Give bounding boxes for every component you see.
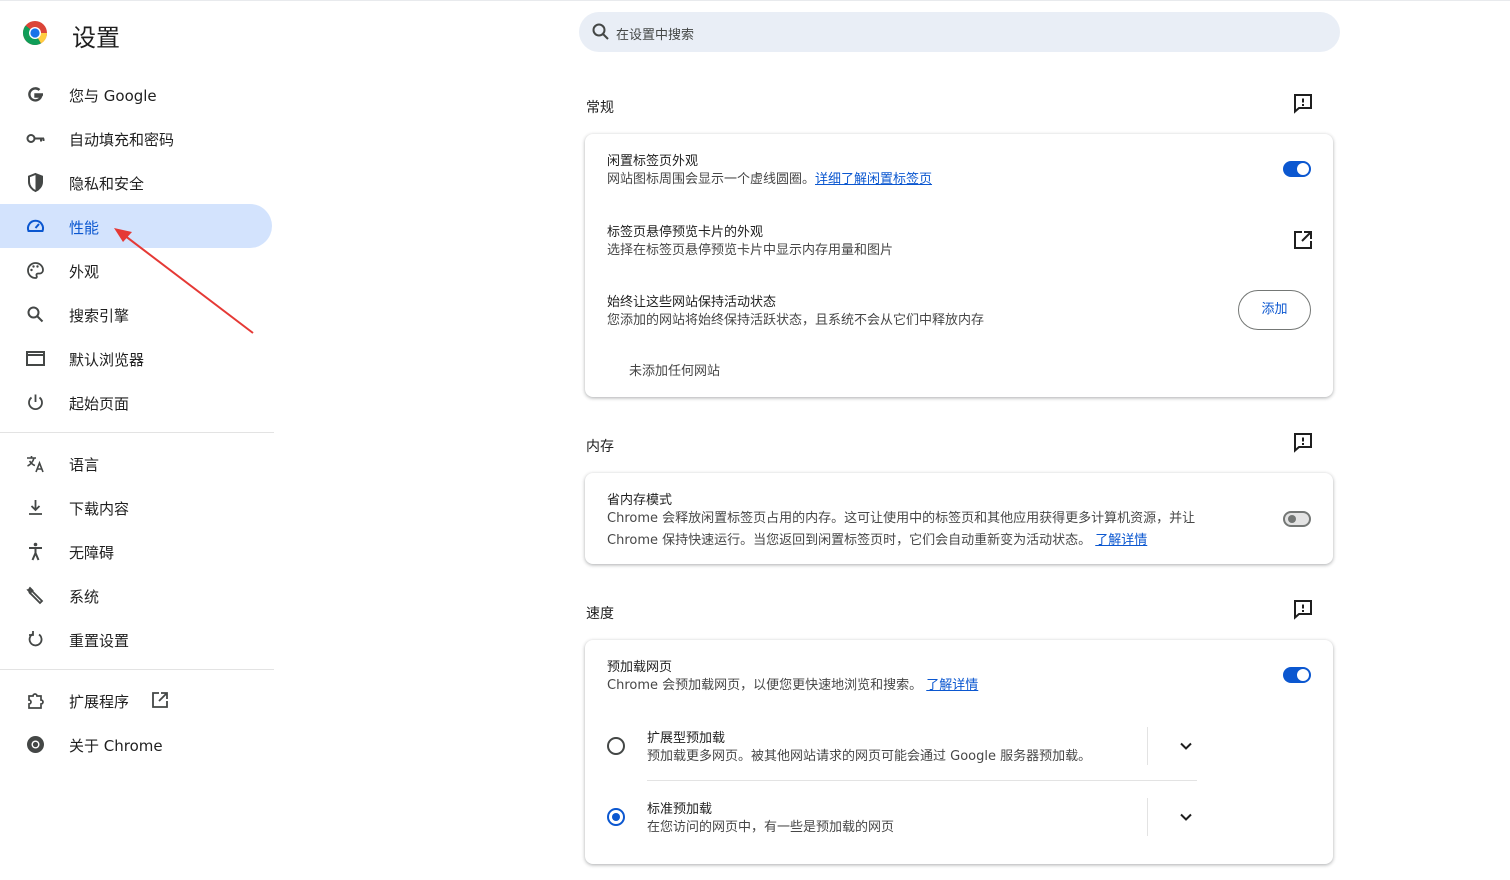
search-input[interactable]: 在设置中搜索 <box>616 24 694 43</box>
preload-toggle[interactable] <box>1283 667 1311 683</box>
hover-card-description: 选择在标签页悬停预览卡片中显示内存用量和图片 <box>607 243 894 258</box>
reset-icon <box>28 631 43 647</box>
speed-card: 预加载网页 Chrome 会预加载网页，以便您更快速地浏览和搜索。 了解详情 扩… <box>585 640 1333 864</box>
memory-saver-learn-more-link[interactable]: 了解详情 <box>1095 533 1147 548</box>
sidebar-item-label: 扩展程序 <box>69 693 130 711</box>
sidebar-item-about-chrome[interactable]: 关于 Chrome <box>0 722 272 766</box>
inactive-tabs-toggle[interactable] <box>1283 161 1311 177</box>
inactive-tabs-title: 闲置标签页外观 <box>607 154 699 169</box>
preload-learn-more-link[interactable]: 了解详情 <box>926 678 978 693</box>
sidebar-item-on-startup[interactable]: 起始页面 <box>0 380 272 424</box>
search-box[interactable]: 在设置中搜索 <box>579 12 1340 52</box>
toggle-knob <box>1288 515 1296 523</box>
section-title-general: 常规 <box>586 100 614 116</box>
power-icon <box>28 394 43 411</box>
annotation-arrow <box>114 228 254 334</box>
general-card: 闲置标签页外观 网站图标周围会显示一个虚线圆圈。详细了解闲置标签页 标签页悬停预… <box>585 134 1333 397</box>
sidebar-item-autofill[interactable]: 自动填充和密码 <box>0 116 272 160</box>
external-link-icon[interactable] <box>1292 229 1314 251</box>
memory-saver-description-line2: Chrome 保持快速运行。当您返回到闲置标签页时，它们会自动重新变为活动状态。… <box>607 530 1147 552</box>
toggle-knob <box>1297 669 1309 681</box>
extended-preload-title: 扩展型预加载 <box>647 731 726 746</box>
inactive-tabs-sub: 网站图标周围会显示一个虚线圆圈。 <box>607 172 816 187</box>
option-divider <box>647 780 1197 781</box>
keep-active-description: 您添加的网站将始终保持活跃状态，且系统不会从它们中释放内存 <box>607 313 985 328</box>
translate-icon <box>27 456 44 473</box>
no-sites-text: 未添加任何网站 <box>629 364 721 379</box>
preload-description: Chrome 会预加载网页，以便您更快速地浏览和搜索。 了解详情 <box>607 675 978 697</box>
shield-icon <box>28 172 43 193</box>
palette-icon <box>27 262 44 279</box>
speedometer-icon <box>27 219 44 232</box>
extended-preload-description: 预加载更多网页。被其他网站请求的网页可能会通过 Google 服务器预加载。 <box>647 749 1092 764</box>
toggle-knob <box>1297 163 1309 175</box>
memory-card: 省内存模式 Chrome 会释放闲置标签页占用的内存。这可让使用中的标签页和其他… <box>585 473 1333 564</box>
sidebar-item-label: 您与 Google <box>69 87 157 105</box>
add-site-button[interactable]: 添加 <box>1238 290 1311 330</box>
hover-card-title: 标签页悬停预览卡片的外观 <box>607 225 764 240</box>
sidebar-item-label: 外观 <box>69 263 100 281</box>
sidebar-item-system[interactable]: 系统 <box>0 573 272 617</box>
inactive-tabs-description: 网站图标周围会显示一个虚线圆圈。详细了解闲置标签页 <box>607 169 932 191</box>
google-g-icon <box>28 87 43 102</box>
memory-saver-sub2: Chrome 保持快速运行。当您返回到闲置标签页时，它们会自动重新变为活动状态。 <box>607 533 1092 548</box>
puzzle-icon <box>28 693 44 709</box>
preload-sub: Chrome 会预加载网页，以便您更快速地浏览和搜索。 <box>607 678 923 693</box>
accessibility-icon <box>29 542 42 561</box>
memory-saver-title: 省内存模式 <box>607 493 673 508</box>
chevron-down-icon[interactable] <box>1176 807 1196 827</box>
standard-preload-description: 在您访问的网页中，有一些是预加载的网页 <box>647 820 895 835</box>
sidebar-item-label: 性能 <box>69 219 100 237</box>
sidebar-item-label: 关于 Chrome <box>69 737 163 755</box>
sidebar-item-privacy[interactable]: 隐私和安全 <box>0 160 272 204</box>
search-icon <box>592 23 609 40</box>
sidebar-item-accessibility[interactable]: 无障碍 <box>0 529 272 573</box>
sidebar-item-label: 无障碍 <box>69 544 115 562</box>
memory-saver-toggle[interactable] <box>1283 511 1311 527</box>
wrench-icon <box>26 586 44 605</box>
chevron-down-icon[interactable] <box>1176 736 1196 756</box>
key-icon <box>26 134 45 143</box>
search-icon <box>27 306 44 323</box>
page-title: 设置 <box>72 24 120 52</box>
top-border <box>0 0 1510 1</box>
sidebar: 您与 Google 自动填充和密码 隐私和安全 性能 外观 搜索引擎 默认浏览器… <box>0 72 274 766</box>
download-icon <box>29 500 42 515</box>
inactive-tabs-learn-more-link[interactable]: 详细了解闲置标签页 <box>815 172 932 187</box>
browser-window-icon <box>26 351 45 366</box>
feedback-icon[interactable] <box>1292 92 1314 114</box>
sidebar-item-label: 隐私和安全 <box>69 175 145 193</box>
sidebar-item-extensions[interactable]: 扩展程序 <box>0 678 272 722</box>
sidebar-item-you-and-google[interactable]: 您与 Google <box>0 72 272 116</box>
feedback-icon[interactable] <box>1292 431 1314 453</box>
extended-preload-radio[interactable] <box>607 737 625 755</box>
sidebar-item-downloads[interactable]: 下载内容 <box>0 485 272 529</box>
preload-title: 预加载网页 <box>607 660 673 675</box>
sidebar-item-label: 语言 <box>69 456 100 474</box>
chrome-logo-icon <box>22 21 47 46</box>
sidebar-item-languages[interactable]: 语言 <box>0 441 272 485</box>
sidebar-item-default-browser[interactable]: 默认浏览器 <box>0 336 272 380</box>
memory-saver-description-line1: Chrome 会释放闲置标签页占用的内存。这可让使用中的标签页和其他应用获得更多… <box>607 511 1196 526</box>
feedback-icon[interactable] <box>1292 598 1314 620</box>
sidebar-divider <box>0 669 274 670</box>
sidebar-item-label: 系统 <box>69 588 100 606</box>
sidebar-item-label: 下载内容 <box>69 500 130 518</box>
sidebar-item-label: 重置设置 <box>69 632 130 650</box>
standard-preload-radio[interactable] <box>607 808 625 826</box>
chrome-icon <box>27 736 44 753</box>
section-title-speed: 速度 <box>586 606 614 622</box>
sidebar-item-label: 起始页面 <box>69 395 130 413</box>
external-link-icon <box>152 692 168 708</box>
sidebar-item-label: 默认浏览器 <box>69 351 145 369</box>
keep-active-title: 始终让这些网站保持活动状态 <box>607 295 777 310</box>
sidebar-item-label: 自动填充和密码 <box>69 131 175 149</box>
standard-preload-title: 标准预加载 <box>647 802 713 817</box>
section-title-memory: 内存 <box>586 439 614 455</box>
row-separator <box>1147 798 1148 836</box>
radio-dot <box>612 813 620 821</box>
row-separator <box>1147 727 1148 765</box>
sidebar-divider <box>0 432 274 433</box>
sidebar-item-reset[interactable]: 重置设置 <box>0 617 272 661</box>
